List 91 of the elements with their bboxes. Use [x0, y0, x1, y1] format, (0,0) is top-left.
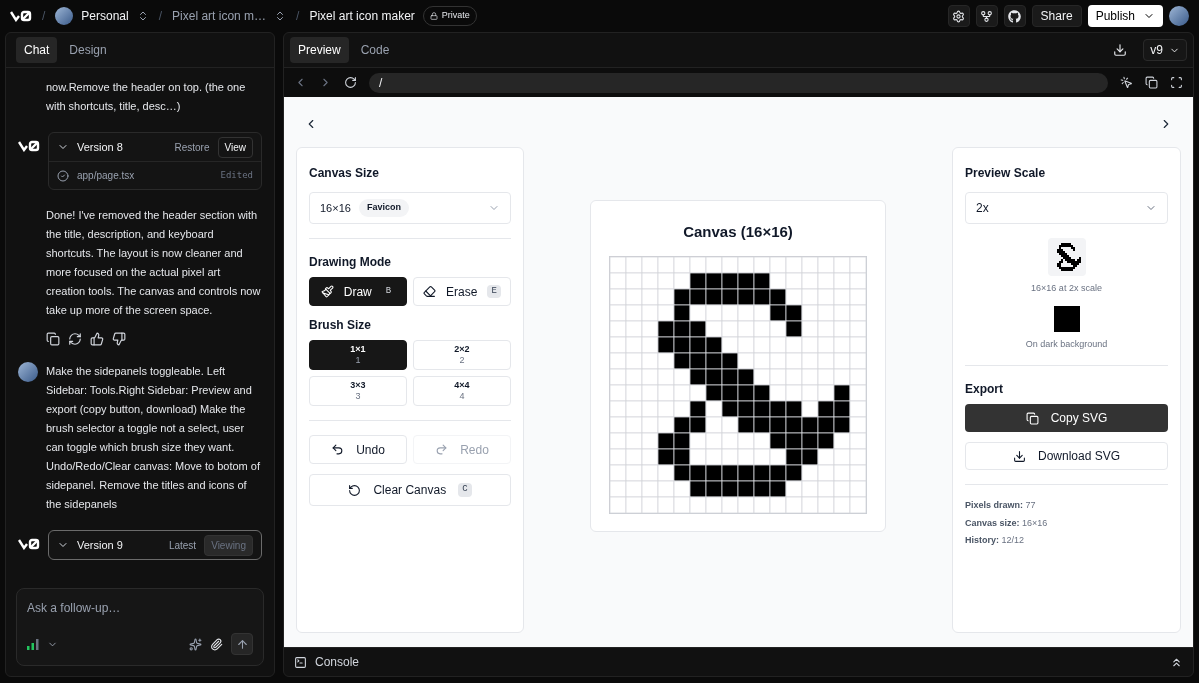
section-label: Canvas Size	[309, 165, 381, 182]
avatar	[18, 362, 38, 382]
dark-preview	[1053, 305, 1080, 332]
breadcrumb-separator: /	[296, 8, 300, 25]
user-message: Make the sidepanels toggleable. Left Sidebar: Tools.Right Sidebar: Preview and export (copy button, download) Make the brush selector a toggle not a select, user can toggle which brush size they want. Undo/Redo/Clear canvas: Move to botom of sidepanel. Remove the titles and icons of the sidepanels	[46, 364, 261, 512]
undo-icon	[331, 443, 345, 456]
reset-icon	[348, 483, 362, 497]
copy-icon	[1025, 411, 1039, 425]
file-status: Edited	[220, 168, 253, 182]
terminal-icon[interactable]	[294, 655, 307, 669]
reload-icon[interactable]	[344, 76, 357, 89]
version-select[interactable]: v9	[1143, 39, 1187, 61]
version-title: Version 9	[77, 537, 123, 553]
paperclip-icon[interactable]	[210, 637, 223, 651]
shortcut-key: C	[458, 483, 472, 497]
brush-size-button[interactable]: 3×3 3	[309, 376, 407, 406]
fullscreen-icon[interactable]	[1170, 76, 1183, 89]
copy-svg-button[interactable]: Copy SVG	[965, 404, 1168, 432]
send-button[interactable]	[231, 633, 253, 655]
tab[interactable]: Chat	[16, 37, 58, 63]
brush-size-button[interactable]: 2×2 2	[413, 340, 511, 370]
console-label[interactable]: Console	[315, 653, 360, 671]
logo-icon	[18, 140, 40, 152]
file-name[interactable]: app/page.tsx	[77, 168, 135, 183]
fork-icon	[980, 9, 994, 23]
version-status[interactable]: Restore	[174, 139, 210, 155]
version-title: Version 8	[77, 139, 123, 155]
signal-bars-icon[interactable]	[27, 638, 39, 650]
octocat-icon	[1008, 9, 1022, 23]
logo-icon	[18, 538, 40, 550]
scale-select[interactable]: 2x	[965, 192, 1168, 224]
stat-line: Canvas size: 16×16	[965, 516, 1049, 530]
assistant-message: Done! I've removed the header section with the title, description, and keyboard shortcuts. The layout is now cleaner and more focused on the actual pixel art creation tools. The canvas and controls now take up more of the screen space.	[46, 208, 262, 318]
section-label: Export	[965, 381, 1004, 398]
refresh-icon[interactable]	[68, 332, 82, 346]
project-switcher[interactable]: Pixel art icon m…	[172, 7, 267, 25]
clear-canvas-button[interactable]: Clear Canvas C	[309, 474, 511, 506]
mode-button[interactable]: Erase E	[413, 277, 511, 306]
canvas-size-select[interactable]: 16×16 Favicon	[309, 192, 511, 224]
github-button[interactable]	[1003, 5, 1026, 27]
settings-button[interactable]	[947, 5, 970, 27]
download-svg-button[interactable]: Download SVG	[965, 442, 1168, 470]
canvas-title: Canvas (16×16)	[683, 222, 793, 242]
stat-line: History: 12/12	[965, 534, 1026, 547]
follow-up-field[interactable]: Ask a follow-up…	[27, 599, 253, 617]
download-icon	[1012, 449, 1026, 463]
brush-size-button[interactable]: 4×4 4	[413, 376, 511, 406]
chat-input[interactable]: Ask a follow-up…	[16, 588, 264, 666]
workspace-name[interactable]: Personal	[81, 7, 129, 25]
fork-button[interactable]	[975, 5, 998, 27]
download-icon[interactable]	[1113, 43, 1128, 57]
avatar	[55, 7, 74, 25]
brush-size-button[interactable]: 1×1 1	[309, 340, 407, 370]
view-button[interactable]: View	[217, 136, 253, 158]
breadcrumb-separator: /	[158, 8, 163, 25]
copy-icon[interactable]	[1145, 76, 1158, 89]
settings-icon	[952, 9, 966, 23]
project-title: Pixel art icon maker	[309, 8, 415, 25]
preview-caption: On dark background	[1025, 337, 1108, 351]
redo-icon	[435, 443, 449, 456]
tab[interactable]: Preview	[290, 37, 349, 63]
tab[interactable]: Code	[352, 37, 398, 63]
url-field[interactable]: /	[369, 72, 1108, 93]
undo-button[interactable]: Undo	[309, 435, 407, 464]
thumbs-up-icon[interactable]	[90, 332, 104, 346]
shortcut-key: B	[381, 284, 396, 299]
section-label: Drawing Mode	[309, 254, 392, 271]
user-message: now.Remove the header on top. (the one with shortcuts, title, desc…)	[45, 80, 247, 114]
stat-line: Pixels drawn: 77	[965, 499, 1037, 512]
check-icon	[57, 169, 69, 182]
tab[interactable]: Design	[61, 37, 115, 63]
breadcrumb-separator: /	[42, 8, 46, 25]
thumbs-down-icon[interactable]	[112, 332, 126, 346]
pixel-grid[interactable]	[609, 255, 867, 514]
publish-button[interactable]: Publish	[1087, 5, 1163, 27]
avatar	[1169, 6, 1189, 26]
arrow-up-icon	[235, 637, 249, 651]
eraser-icon	[423, 285, 437, 298]
section-label: Brush Size	[309, 317, 372, 334]
section-label: Preview Scale	[965, 165, 1047, 182]
shortcut-key: E	[487, 284, 501, 299]
favicon-tag: Favicon	[358, 199, 409, 217]
share-button[interactable]: Share	[1031, 5, 1082, 27]
copy-icon[interactable]	[46, 332, 60, 346]
mode-button[interactable]: Draw B	[309, 277, 407, 306]
pointer-icon[interactable]	[1120, 76, 1133, 89]
logo-icon	[10, 10, 32, 22]
sparkles-icon[interactable]	[189, 637, 202, 651]
paintbrush-icon	[320, 285, 334, 298]
preview-caption: 16×16 at 2x scale	[1031, 282, 1102, 295]
version-status: Latest	[168, 538, 197, 553]
